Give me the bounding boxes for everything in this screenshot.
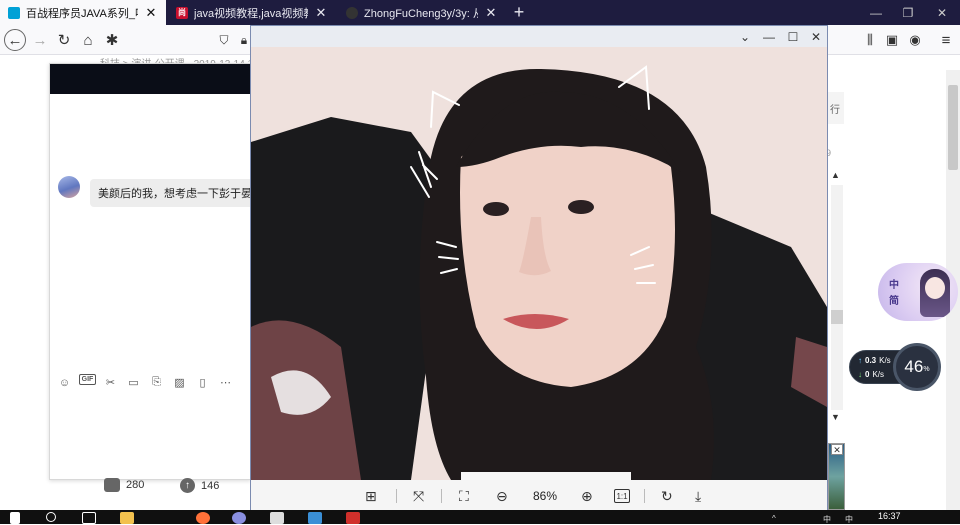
- new-tab-button[interactable]: +: [509, 0, 529, 25]
- close-icon[interactable]: ✕: [804, 26, 828, 47]
- library-icon[interactable]: ⫼: [858, 28, 882, 52]
- coin-count: 146: [201, 479, 220, 492]
- photos-icon[interactable]: [308, 512, 322, 524]
- portrait-image: [251, 47, 827, 480]
- close-icon[interactable]: ✕: [484, 5, 498, 21]
- reload-icon[interactable]: ↻: [52, 28, 76, 52]
- chevron-down-icon[interactable]: ▼: [831, 412, 840, 422]
- chevron-up-icon[interactable]: ▲: [831, 170, 840, 180]
- side-scrollbar[interactable]: [831, 185, 843, 410]
- chat-panel: 美颜后的我，想考虑一下彭于晏 ☺ GIF ✂ ▭ ⎘ ▨ ▯ ⋯: [49, 63, 260, 480]
- cpu-value: 46: [904, 357, 924, 376]
- back-icon[interactable]: ←: [4, 29, 26, 51]
- firefox-icon[interactable]: [196, 512, 210, 524]
- tab-title: 百战程序员JAVA系列_哔哩哔哩: [26, 7, 138, 20]
- upload-unit: K/s: [879, 356, 891, 365]
- input-method[interactable]: 中: [823, 514, 831, 525]
- download-unit: K/s: [872, 370, 885, 379]
- minimize-icon[interactable]: —: [757, 26, 781, 47]
- coin-stat[interactable]: ↑ 146: [180, 478, 219, 493]
- chat-toolbar: ☺ GIF ✂ ▭ ⎘ ▨ ▯ ⋯: [56, 374, 234, 391]
- chat-message: 美颜后的我，想考虑一下彭于晏: [90, 179, 260, 207]
- side-scroll-thumb[interactable]: [831, 310, 843, 324]
- download-icon[interactable]: ⤓: [695, 487, 701, 505]
- close-window-icon[interactable]: ✕: [926, 0, 958, 25]
- tab-strip: 百战程序员JAVA系列_哔哩哔哩 ✕ 尚 java视频教程,java视频教程下载…: [0, 0, 960, 25]
- tab-title: java视频教程,java视频教程下载: [194, 7, 308, 20]
- menu-icon[interactable]: ≡: [934, 28, 958, 52]
- tab-java-videos[interactable]: 尚 java视频教程,java视频教程下载 ✕: [168, 0, 336, 25]
- maximize-icon[interactable]: ☐: [781, 26, 805, 47]
- input-method[interactable]: 中: [845, 514, 853, 525]
- rotate-icon[interactable]: ↻: [661, 487, 673, 505]
- zoom-level: 86%: [533, 489, 558, 503]
- windows-start-icon[interactable]: [10, 512, 20, 524]
- gif-icon[interactable]: GIF: [79, 374, 96, 385]
- qq-icon[interactable]: [232, 512, 246, 524]
- home-icon[interactable]: ⌂: [76, 28, 100, 52]
- page-scroll-thumb[interactable]: [948, 85, 958, 170]
- coin-icon: ↑: [180, 478, 195, 493]
- upload-icon: ↑: [858, 356, 862, 365]
- emoji-icon[interactable]: ☺: [56, 374, 73, 391]
- badge-char: 简: [889, 296, 899, 307]
- download-icon: ↓: [858, 370, 862, 379]
- folder-icon[interactable]: ▭: [125, 374, 142, 391]
- shangguigu-icon: 尚: [176, 6, 188, 19]
- upload-speed: 0.3: [865, 356, 877, 365]
- sidebar-icon[interactable]: ▣: [880, 28, 904, 52]
- paste-icon[interactable]: ⎘: [148, 374, 165, 391]
- anime-badge[interactable]: 中 简: [878, 263, 958, 321]
- account-icon[interactable]: ◉: [903, 28, 927, 52]
- actual-size-icon[interactable]: 1:1: [614, 489, 630, 503]
- app-icon[interactable]: [346, 512, 360, 524]
- like-stat[interactable]: 280: [104, 478, 144, 492]
- bilibili-icon: [8, 6, 20, 19]
- chat-header: [50, 64, 250, 94]
- search-icon[interactable]: [46, 512, 56, 522]
- cpu-gauge[interactable]: 46 %: [893, 343, 941, 391]
- more-icon[interactable]: ⋯: [217, 374, 234, 391]
- tab-github[interactable]: ZhongFuCheng3y/3y: 从Java ✕: [338, 0, 506, 25]
- tab-title: ZhongFuCheng3y/3y: 从Java: [364, 7, 478, 20]
- tray-chevron-icon[interactable]: ^: [772, 514, 776, 523]
- image-icon[interactable]: ▨: [171, 374, 188, 391]
- thumbs-up-icon: [104, 478, 120, 492]
- file-explorer-icon[interactable]: [120, 512, 134, 524]
- chevron-down-icon[interactable]: ⌄: [733, 26, 757, 47]
- photo[interactable]: [251, 47, 827, 480]
- fullscreen-icon[interactable]: ⛶: [459, 487, 469, 505]
- download-speed: 0: [865, 370, 870, 379]
- like-count: 280: [126, 479, 145, 491]
- badge-char: 中: [889, 280, 899, 291]
- viewer-titlebar[interactable]: ⌄ — ☐ ✕: [251, 26, 827, 47]
- shake-icon[interactable]: ▯: [194, 374, 211, 391]
- notepad-icon[interactable]: [270, 512, 284, 524]
- github-icon: [346, 6, 358, 19]
- close-icon[interactable]: ✕: [314, 5, 328, 21]
- taskbar: ^ 中 中 16:37: [0, 510, 960, 524]
- extensions-icon[interactable]: ✱: [100, 28, 124, 52]
- clock[interactable]: 16:37: [878, 511, 901, 521]
- tab-bilibili[interactable]: 百战程序员JAVA系列_哔哩哔哩 ✕: [0, 0, 166, 25]
- side-button[interactable]: 行: [826, 92, 844, 124]
- close-icon[interactable]: ✕: [831, 444, 843, 455]
- avatar[interactable]: [58, 176, 80, 198]
- scissors-icon[interactable]: ✂: [102, 374, 119, 391]
- minimize-icon[interactable]: —: [860, 0, 892, 25]
- restore-icon[interactable]: ❐: [892, 0, 924, 25]
- image-viewer-window: ⌄ — ☐ ✕ ⊞ ⤧ ⛶ ⊖ 86% ⊕ 1:1 ↻ ⤓: [250, 25, 828, 512]
- zoom-in-icon[interactable]: ⊕: [581, 487, 593, 505]
- fit-screen-icon[interactable]: ⤧: [413, 487, 424, 505]
- zoom-out-icon[interactable]: ⊖: [496, 487, 508, 505]
- close-icon[interactable]: ✕: [144, 5, 158, 21]
- viewer-toolbar: ⊞ ⤧ ⛶ ⊖ 86% ⊕ 1:1 ↻ ⤓: [251, 480, 827, 511]
- forward-icon[interactable]: →: [28, 28, 52, 52]
- thumbnails-icon[interactable]: ⊞: [365, 487, 377, 505]
- anime-face: [925, 277, 945, 299]
- task-view-icon[interactable]: [82, 512, 96, 524]
- cpu-unit: %: [923, 366, 930, 373]
